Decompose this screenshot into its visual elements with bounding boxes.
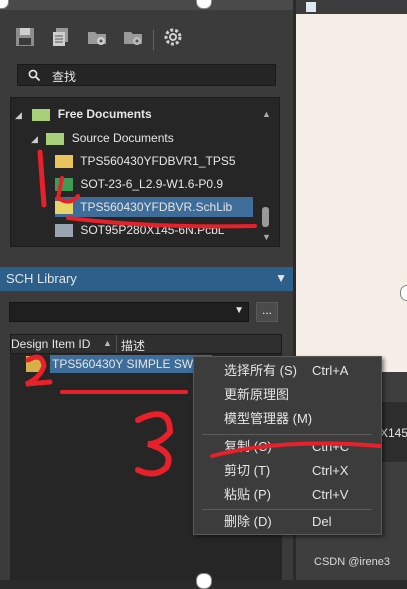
annotation-underline-1 (66, 216, 257, 229)
annotation-two (24, 354, 53, 387)
resize-handle[interactable] (196, 573, 212, 589)
annotation-overlay (24, 149, 382, 477)
annotation-one-stroke (37, 149, 47, 208)
annotation-underline-3 (210, 441, 382, 458)
watermark: CSDN @irene3 (314, 556, 390, 568)
annotation-one-mark (55, 176, 80, 204)
annotation-three (135, 411, 174, 477)
